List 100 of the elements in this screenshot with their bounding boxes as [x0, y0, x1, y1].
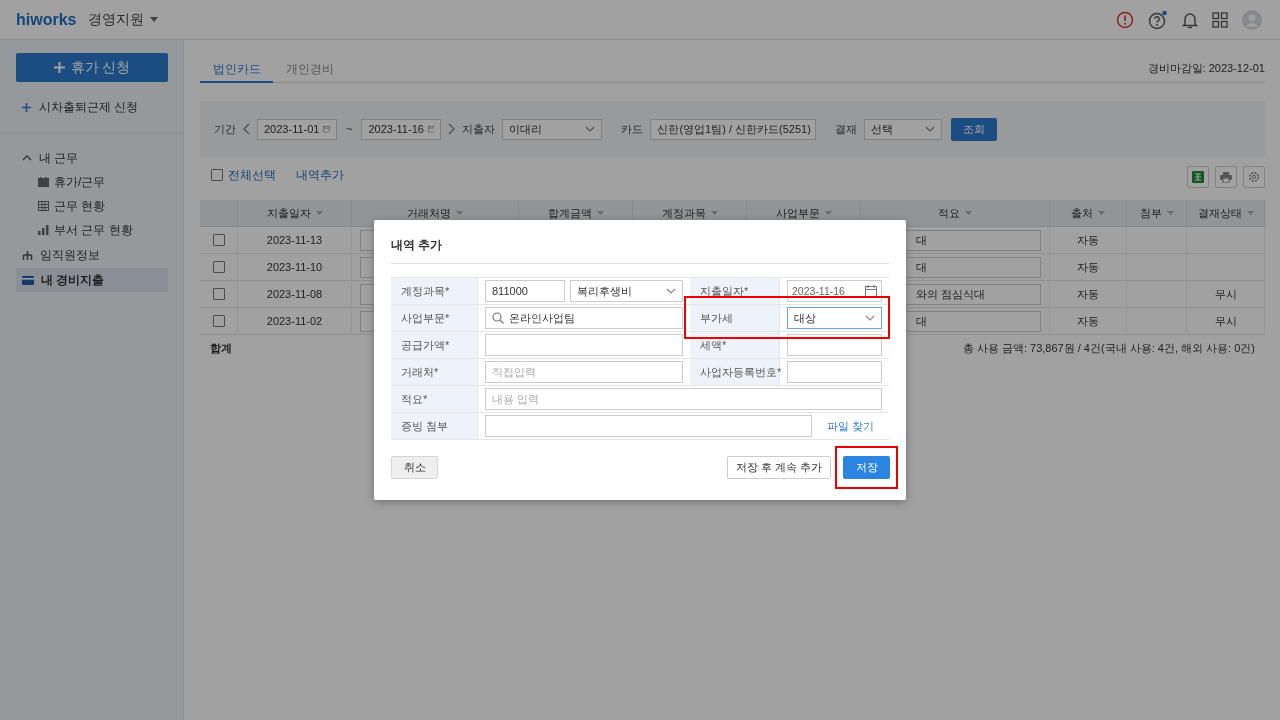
field-label: 사업부문*	[391, 305, 478, 332]
table-cell: 2023-11-13	[238, 227, 352, 254]
print-button[interactable]	[1215, 166, 1237, 188]
cancel-button[interactable]: 취소	[391, 456, 438, 479]
browse-file-link[interactable]: 파일 찾기	[816, 418, 882, 434]
sort-icon[interactable]	[965, 211, 972, 215]
org-chart-icon	[22, 249, 33, 261]
account-code-field[interactable]: 811000	[485, 280, 565, 302]
save-button[interactable]: 저장	[843, 456, 890, 479]
memo-input[interactable]: 내용 입력	[485, 388, 882, 410]
vacation-request-button[interactable]: 휴가 신청	[16, 53, 168, 82]
chevron-down-icon	[585, 126, 596, 132]
previous-icon[interactable]	[243, 123, 250, 135]
logo[interactable]: hiworks	[16, 10, 77, 29]
column-header[interactable]: 첨부	[1127, 200, 1187, 227]
caret-icon	[150, 17, 159, 22]
chevron-down-icon	[925, 126, 936, 132]
search-button[interactable]: 조회	[951, 117, 998, 141]
sort-icon[interactable]	[1166, 211, 1174, 215]
field-label: 사업자등록번호*	[690, 359, 780, 386]
sidebar-item[interactable]: 내 경비지출	[16, 268, 168, 292]
sidebar-subitem[interactable]: 휴가/근무	[38, 170, 106, 194]
avatar-icon[interactable]	[1242, 9, 1262, 30]
table-cell: 2023-11-08	[238, 281, 352, 308]
field-label: 계정과목*	[391, 278, 478, 305]
supply-amount-field[interactable]	[485, 334, 683, 356]
column-header[interactable]: 출처	[1050, 200, 1127, 227]
calendar-icon	[427, 123, 435, 135]
filter-label: 기간	[214, 121, 236, 137]
bell-icon[interactable]	[1182, 10, 1198, 29]
row-checkbox[interactable]	[212, 288, 225, 300]
field-label: 거래처*	[391, 359, 478, 386]
dialog-title: 내역 추가	[391, 220, 889, 264]
approval-dropdown[interactable]: 선택	[864, 118, 943, 140]
spreadsheet-icon	[1192, 171, 1204, 183]
attachment-field[interactable]	[485, 415, 812, 437]
row-checkbox[interactable]	[212, 315, 225, 327]
vat-dropdown[interactable]: 대상	[787, 307, 882, 329]
division-search-field[interactable]: 온라인사업팀	[485, 307, 683, 329]
row-checkbox[interactable]	[212, 261, 225, 273]
chevron-up-icon	[22, 155, 32, 161]
tab[interactable]: 법인카드	[200, 57, 273, 83]
calendar-icon	[323, 123, 330, 135]
flex-time-request-link[interactable]: 시차출퇴근제 신청	[22, 99, 139, 116]
table-cell: 2023-11-02	[238, 308, 352, 335]
business-number-field[interactable]	[787, 361, 882, 383]
spender-dropdown[interactable]: 이대리	[502, 118, 603, 140]
card-dropdown[interactable]: 신한(영업1팀) / 신한카드(5251)	[650, 118, 817, 140]
tax-field[interactable]	[787, 334, 882, 356]
filter-label: 카드	[621, 121, 644, 137]
sidebar-item[interactable]: 내 근무	[16, 146, 168, 170]
tab[interactable]: 개인경비	[273, 57, 346, 83]
table-cell: 무시	[1187, 281, 1265, 308]
account-dropdown[interactable]: 복리후생비	[570, 280, 683, 302]
sort-icon[interactable]	[315, 211, 323, 215]
app-selector[interactable]: 경영지원	[88, 10, 159, 29]
sort-icon[interactable]	[824, 211, 832, 215]
vendor-input[interactable]: 직접입력	[485, 361, 683, 383]
sidebar-subitem[interactable]: 부서 근무 현황	[38, 218, 133, 242]
calendar-grid-icon	[38, 201, 49, 211]
table-cell: 자동	[1050, 227, 1127, 254]
sort-icon[interactable]	[1098, 211, 1105, 215]
field-label: 증빙 첨부	[391, 413, 478, 440]
column-header[interactable]: 적요	[861, 200, 1050, 227]
sidebar-item[interactable]: 임직원정보	[16, 243, 168, 267]
next-icon[interactable]	[448, 123, 456, 135]
filter-label: 지출자	[462, 121, 496, 137]
table-cell	[1127, 227, 1187, 254]
help-icon[interactable]	[1148, 9, 1168, 30]
settings-button[interactable]	[1243, 166, 1265, 188]
sort-icon[interactable]	[710, 211, 718, 215]
closing-date: 경비마감일: 2023-12-01	[1147, 60, 1265, 76]
row-checkbox[interactable]	[212, 234, 225, 246]
total-label: 합계	[210, 340, 232, 356]
calendar-icon	[38, 177, 49, 187]
field-label: 세액*	[690, 332, 780, 359]
search-icon	[492, 312, 504, 324]
plus-icon	[53, 62, 65, 73]
table-cell: 2023-11-10	[238, 254, 352, 281]
excel-button[interactable]	[1187, 166, 1209, 188]
date-field[interactable]: 2023-11-16	[787, 280, 882, 302]
chevron-down-icon	[666, 288, 676, 294]
apps-grid-icon[interactable]	[1212, 11, 1228, 28]
sort-icon[interactable]	[596, 211, 604, 215]
sort-icon[interactable]	[456, 211, 463, 215]
column-header[interactable]: 지출일자	[238, 200, 352, 227]
column-header[interactable]: 결재상태	[1187, 200, 1265, 227]
bar-chart-icon	[38, 225, 49, 235]
end-date-field[interactable]: 2023-11-16	[361, 118, 442, 140]
start-date-field[interactable]: 2023-11-01	[257, 118, 337, 140]
alert-icon[interactable]	[1116, 10, 1134, 29]
calendar-icon	[865, 285, 877, 297]
add-entry-link[interactable]: 내역추가	[296, 166, 344, 184]
field-label: 공급가액*	[391, 332, 478, 359]
sort-icon[interactable]	[1246, 211, 1254, 215]
save-and-continue-button[interactable]: 저장 후 계속 추가	[727, 456, 831, 479]
filter-label: 결재	[835, 121, 858, 137]
plus-icon	[22, 103, 31, 112]
select-all-checkbox[interactable]: 전체선택	[211, 166, 276, 184]
sidebar-subitem[interactable]: 근무 현황	[38, 194, 106, 218]
